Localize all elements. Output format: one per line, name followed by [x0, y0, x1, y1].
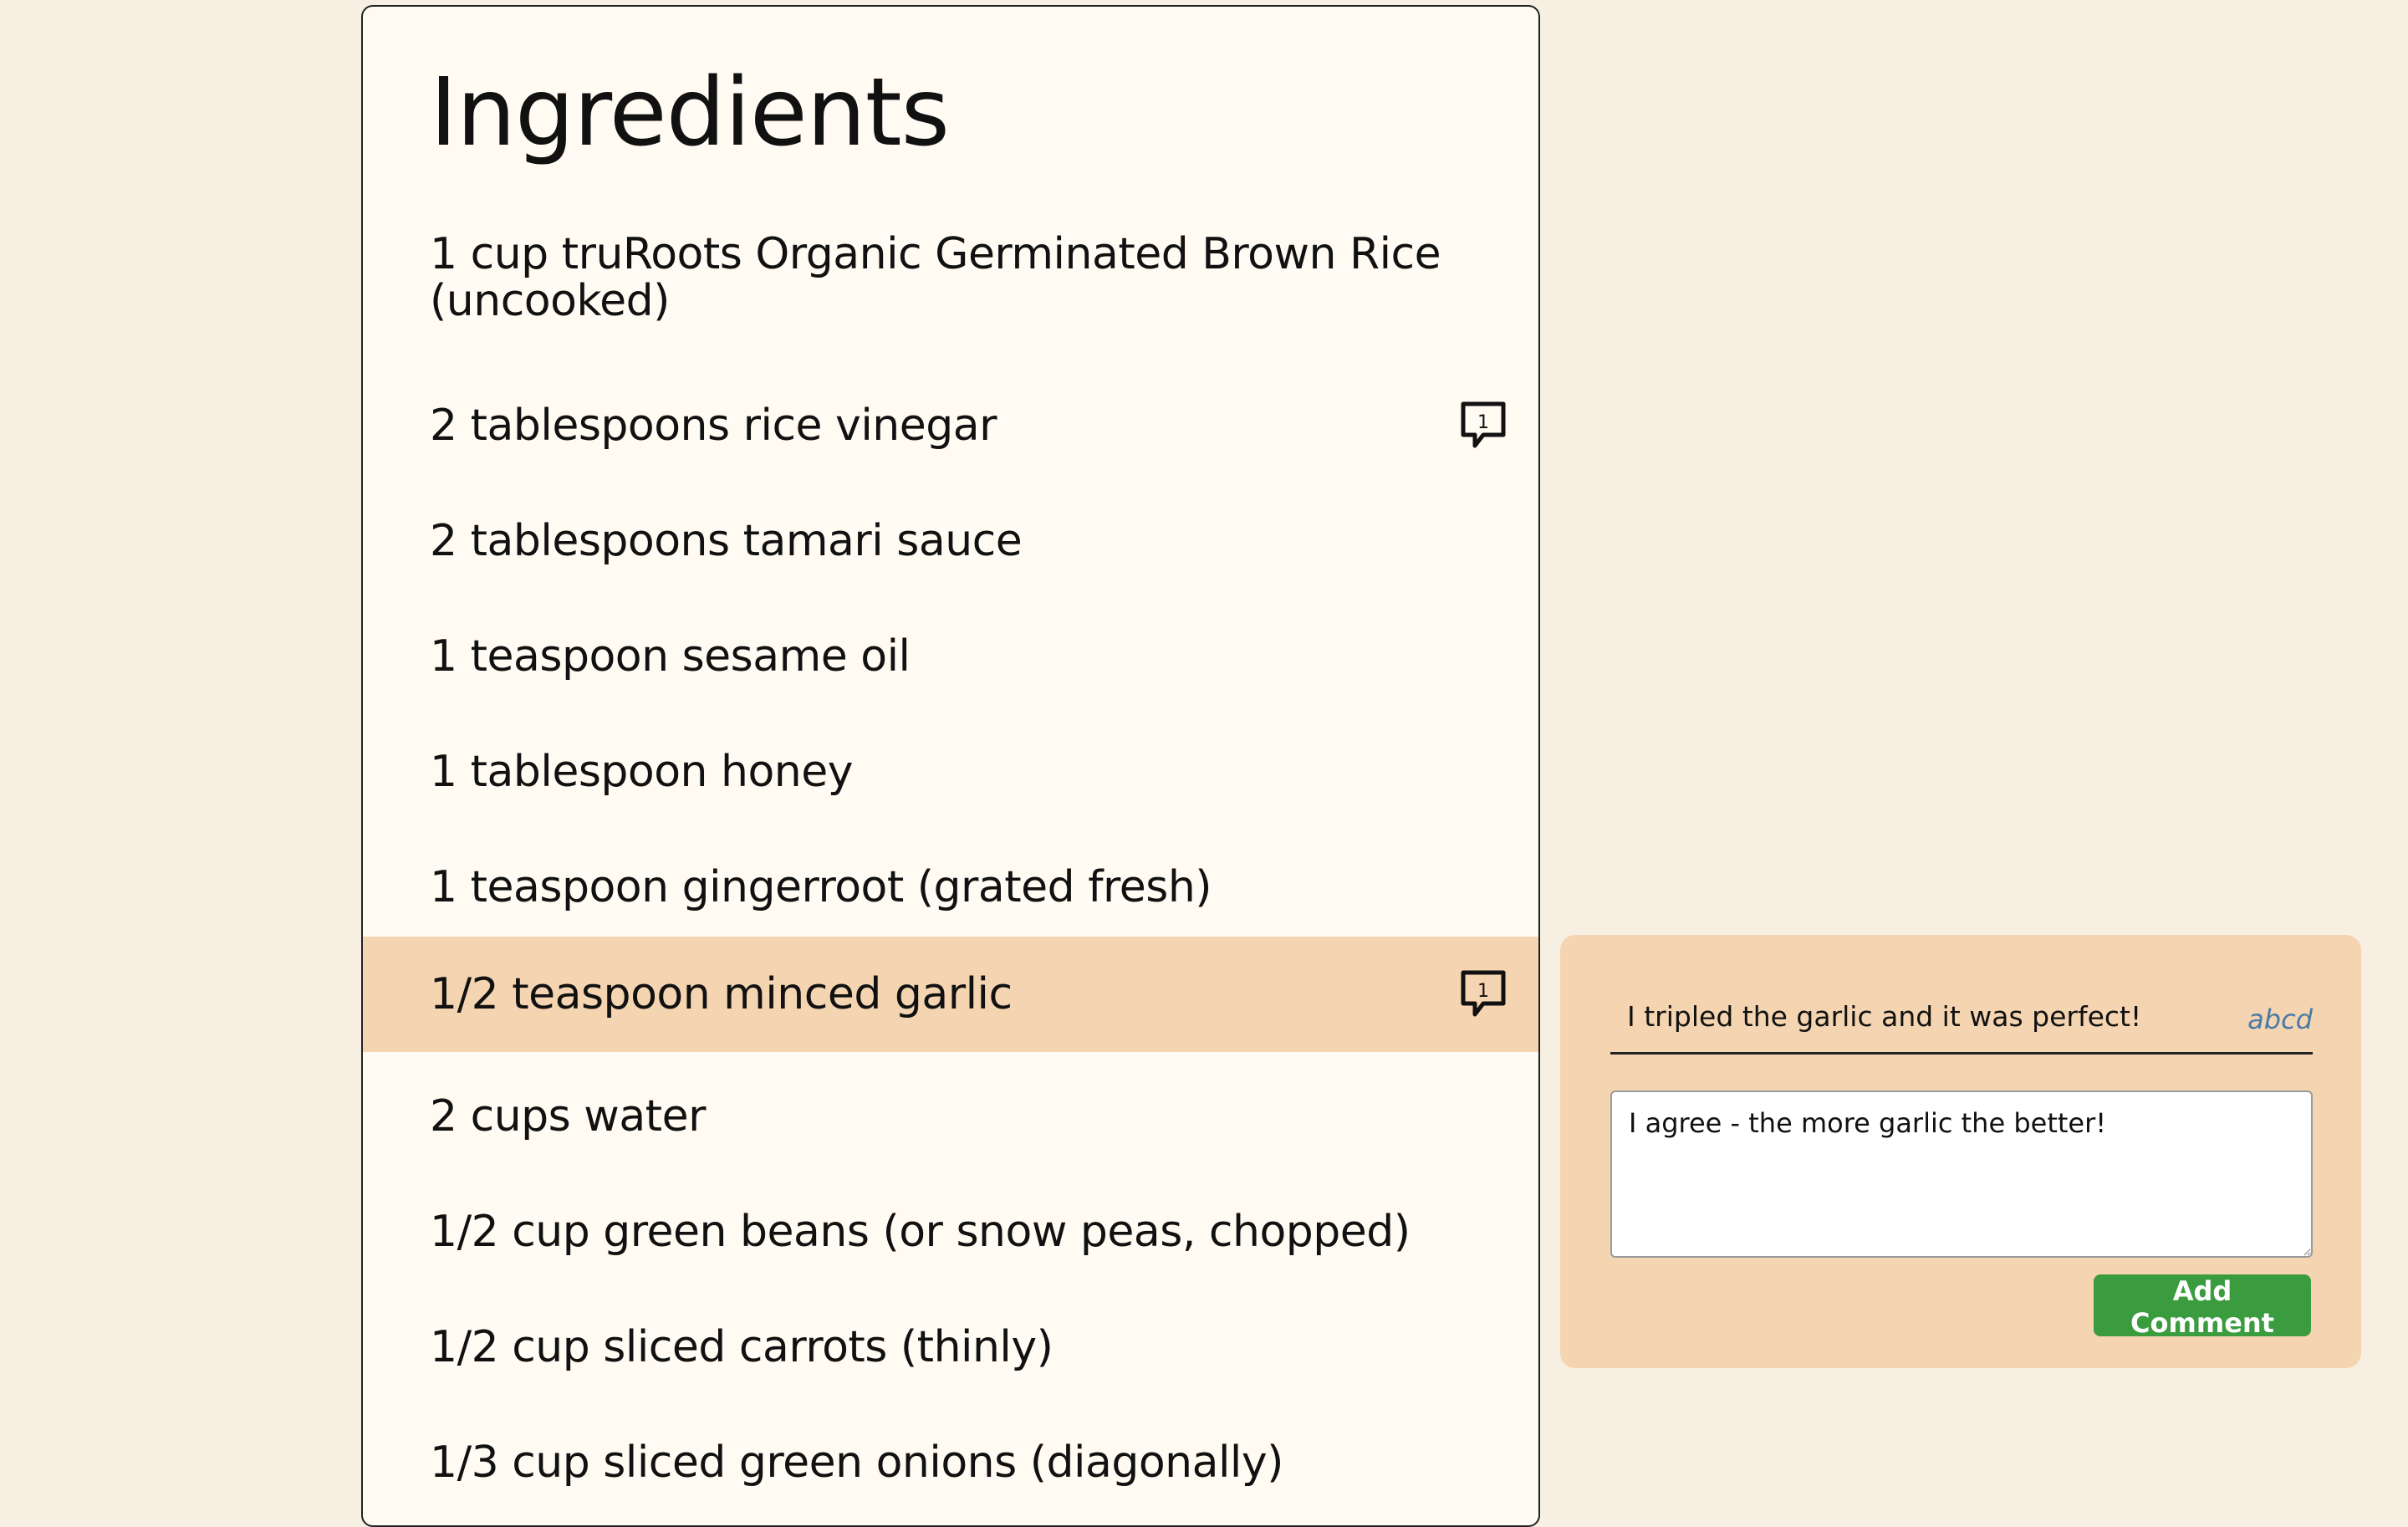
comment-bubble-icon[interactable]: 1 [1458, 400, 1508, 452]
comment-panel: I tripled the garlic and it was perfect!… [1560, 935, 2361, 1368]
ingredient-row[interactable]: 1 tablespoon honey [363, 714, 1538, 830]
ingredient-row[interactable]: 1/2 cup green beans (or snow peas, chopp… [363, 1174, 1538, 1290]
comment-count: 1 [1477, 981, 1489, 1002]
ingredient-text[interactable]: 1 teaspoon gingerroot (grated fresh) [430, 830, 1212, 945]
ingredient-row[interactable]: 1/2 cup sliced carrots (thinly) [363, 1290, 1538, 1405]
comment-text: I tripled the garlic and it was perfect! [1627, 1000, 2142, 1033]
ingredient-row[interactable]: 1 teaspoon sesame oil [363, 599, 1538, 714]
ingredients-card: Ingredients 1 cup truRoots Organic Germi… [361, 5, 1540, 1527]
ingredient-text[interactable]: 1/2 cup green beans (or snow peas, chopp… [430, 1174, 1411, 1290]
ingredient-text[interactable]: 2 tablespoons rice vinegar [430, 368, 997, 483]
ingredient-row[interactable]: 2 cups water [363, 1059, 1538, 1174]
ingredient-row-selected[interactable]: 1/2 teaspoon minced garlic 1 [363, 937, 1538, 1052]
ingredient-text[interactable]: 2 tablespoons tamari sauce [430, 483, 1023, 599]
ingredient-text[interactable]: 1 tablespoon honey [430, 714, 854, 830]
ingredient-row[interactable]: 2 tablespoons tamari sauce [363, 483, 1538, 599]
ingredient-row[interactable]: 2 tablespoons rice vinegar 1 [363, 368, 1538, 483]
comment-count: 1 [1477, 412, 1489, 433]
ingredient-text[interactable]: 1 cup truRoots Organic Germinated Brown … [430, 231, 1467, 324]
ingredient-row[interactable]: 1/3 cup sliced green onions (diagonally) [363, 1405, 1538, 1520]
ingredient-text[interactable]: 2 cups water [430, 1059, 706, 1174]
comment-author[interactable]: abcd [2247, 1004, 2313, 1035]
reply-textarea[interactable]: I agree - the more garlic the better! [1610, 1090, 2313, 1258]
page-title: Ingredients [430, 59, 950, 167]
ingredient-row[interactable]: 1 teaspoon gingerroot (grated fresh) [363, 830, 1538, 945]
add-comment-button[interactable]: Add Comment [2094, 1274, 2311, 1339]
comment-bubble-icon[interactable]: 1 [1458, 968, 1508, 1020]
ingredient-text[interactable]: 1/2 teaspoon minced garlic [430, 937, 1013, 1052]
comment-item: I tripled the garlic and it was perfect!… [1610, 993, 2313, 1055]
ingredient-text[interactable]: 1 teaspoon sesame oil [430, 599, 911, 714]
ingredient-text[interactable]: 1/2 cup sliced carrots (thinly) [430, 1290, 1054, 1405]
ingredient-text[interactable]: 1/3 cup sliced green onions (diagonally) [430, 1405, 1283, 1520]
